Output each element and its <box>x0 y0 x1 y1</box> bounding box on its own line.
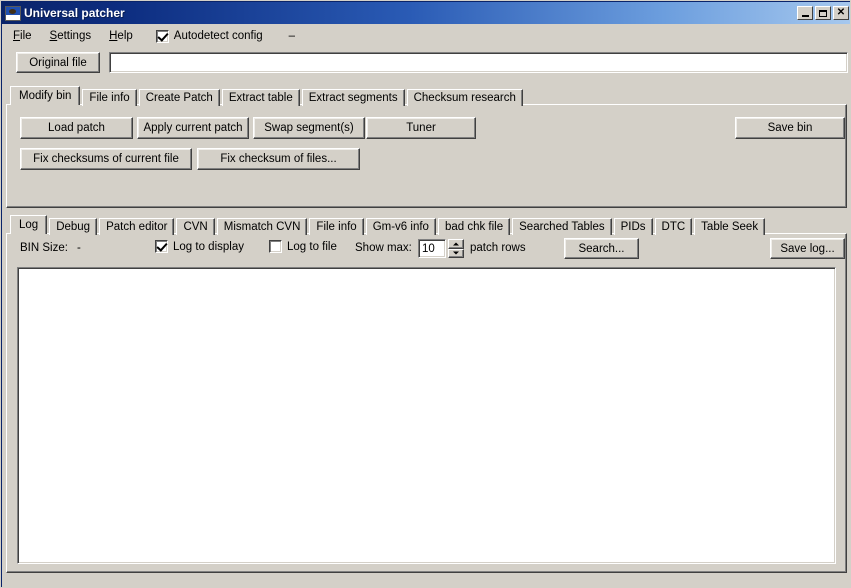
bin-size-label: BIN Size: <box>20 242 68 254</box>
minimize-button[interactable] <box>797 6 813 20</box>
menu-item-extra[interactable]: – <box>279 28 305 45</box>
minimize-icon <box>798 7 812 19</box>
menu-item-file[interactable]: File <box>4 28 41 45</box>
main-tab-strip: Modify bin File info Create Patch Extrac… <box>6 86 847 106</box>
bin-size-value: - <box>77 242 81 254</box>
patch-rows-label: patch rows <box>470 242 526 254</box>
status-area <box>4 575 849 587</box>
original-file-path-input[interactable] <box>109 52 848 73</box>
tuner-button[interactable]: Tuner <box>366 117 476 139</box>
search-button[interactable]: Search... <box>564 238 639 259</box>
menu-item-file-label: F <box>13 29 21 42</box>
original-file-row: Original file <box>4 48 849 80</box>
tab-mismatch-cvn[interactable]: Mismatch CVN <box>216 218 308 235</box>
log-to-display-checkbox[interactable]: Log to display <box>155 240 244 253</box>
show-max-spin-buttons <box>448 239 464 258</box>
tab-file-info[interactable]: File info <box>82 89 137 106</box>
maximize-button[interactable] <box>815 6 831 20</box>
window-title: Universal patcher <box>24 6 125 20</box>
checkbox-icon-autodetect <box>155 29 169 43</box>
autodetect-config-label: Autodetect config <box>173 30 263 42</box>
save-bin-button[interactable]: Save bin <box>735 117 845 139</box>
tab-searched-tables[interactable]: Searched Tables <box>512 218 612 235</box>
menu-item-file-rest: ile <box>20 29 32 42</box>
tab-extract-segments[interactable]: Extract segments <box>301 89 405 106</box>
autodetect-config-checkbox[interactable]: Autodetect config <box>152 28 271 45</box>
tab-file-info-log[interactable]: File info <box>309 218 364 235</box>
window-controls: ✕ <box>797 6 849 20</box>
tab-extract-table[interactable]: Extract table <box>221 89 300 106</box>
load-patch-button[interactable]: Load patch <box>20 117 133 139</box>
tab-cvn[interactable]: CVN <box>176 218 215 235</box>
tab-pids[interactable]: PIDs <box>613 218 653 235</box>
tab-dtc[interactable]: DTC <box>654 218 693 235</box>
tab-table-seek[interactable]: Table Seek <box>694 218 766 235</box>
tab-gm-v6-info[interactable]: Gm-v6 info <box>365 218 436 235</box>
tab-debug[interactable]: Debug <box>49 218 98 235</box>
log-panel: BIN Size: - Log to display Log to file S… <box>6 233 847 573</box>
tab-patch-editor[interactable]: Patch editor <box>99 218 175 235</box>
swap-segments-button[interactable]: Swap segment(s) <box>253 117 365 139</box>
menu-bar: File Settings Help Autodetect config – <box>4 26 849 46</box>
menu-item-settings-rest: ettings <box>57 29 92 42</box>
spin-up-icon[interactable] <box>448 239 464 249</box>
log-to-file-checkbox[interactable]: Log to file <box>269 240 337 253</box>
tab-modify-bin[interactable]: Modify bin <box>10 86 81 105</box>
title-bar: Universal patcher ✕ <box>2 2 850 24</box>
menu-item-settings[interactable]: Settings <box>41 28 101 45</box>
log-to-display-label: Log to display <box>173 240 244 253</box>
show-max-value[interactable]: 10 <box>418 239 446 258</box>
checkbox-icon-log-to-file <box>269 240 282 253</box>
log-tab-control: Log Debug Patch editor CVN Mismatch CVN … <box>6 215 847 573</box>
application-window: Universal patcher ✕ File Settings Help A… <box>0 0 851 588</box>
close-icon: ✕ <box>836 6 846 18</box>
show-max-stepper[interactable]: 10 <box>418 239 464 258</box>
apply-current-patch-button[interactable]: Apply current patch <box>137 117 249 139</box>
tab-log[interactable]: Log <box>10 215 48 234</box>
close-button[interactable]: ✕ <box>833 6 849 20</box>
log-to-file-label: Log to file <box>287 240 337 253</box>
original-file-button[interactable]: Original file <box>16 52 100 73</box>
checkbox-icon-log-to-display <box>155 240 168 253</box>
main-tab-control: Modify bin File info Create Patch Extrac… <box>6 86 847 208</box>
spin-down-icon[interactable] <box>448 248 464 258</box>
show-max-label: Show max: <box>355 242 412 254</box>
menu-item-help[interactable]: Help <box>100 28 142 45</box>
tab-create-patch[interactable]: Create Patch <box>138 89 220 106</box>
app-icon <box>5 5 21 21</box>
modify-bin-panel: Load patch Apply current patch Swap segm… <box>6 104 847 208</box>
fix-checksums-current-file-button[interactable]: Fix checksums of current file <box>20 148 192 170</box>
tab-checksum-research[interactable]: Checksum research <box>406 89 523 106</box>
maximize-icon <box>816 7 830 19</box>
menu-item-help-rest: elp <box>117 29 133 42</box>
save-log-button[interactable]: Save log... <box>770 238 845 259</box>
fix-checksum-of-files-button[interactable]: Fix checksum of files... <box>197 148 360 170</box>
log-output-textarea[interactable] <box>17 267 836 564</box>
tab-bad-chk-file[interactable]: bad chk file <box>437 218 511 235</box>
log-toolbar: BIN Size: - Log to display Log to file S… <box>7 234 846 264</box>
log-tab-strip: Log Debug Patch editor CVN Mismatch CVN … <box>6 215 847 235</box>
